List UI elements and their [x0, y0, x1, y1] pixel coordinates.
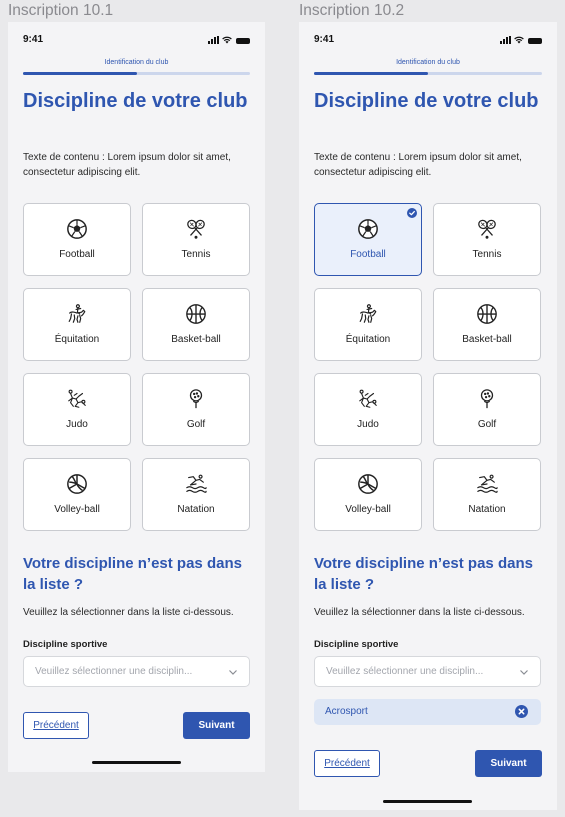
frame-title-2: Inscription 10.2: [299, 2, 405, 19]
sport-card-label: Basket-ball: [171, 334, 221, 345]
discipline-select[interactable]: Veuillez sélectionner une disciplin...: [23, 656, 250, 687]
sport-card-5[interactable]: Golf: [433, 373, 541, 446]
judo-icon: [357, 388, 379, 410]
sport-grid: Football Tennis Équitation Basket-ball Judo G…: [314, 203, 541, 532]
basketball-icon: [185, 303, 207, 325]
status-time: 9:41: [314, 34, 335, 45]
chip-label: Acrosport: [325, 706, 368, 717]
progress-fill: [314, 72, 428, 75]
tennis-icon: [476, 218, 498, 240]
page-title: Discipline de votre club: [23, 90, 248, 112]
close-icon[interactable]: [515, 705, 528, 718]
signal-icon: [208, 36, 219, 44]
volleyball-icon: [66, 473, 88, 495]
other-discipline-text: Veuillez la sélectionner dans la liste c…: [23, 607, 234, 618]
home-indicator: [383, 800, 472, 803]
sport-card-6[interactable]: Volley-ball: [23, 458, 131, 531]
football-icon: [66, 218, 88, 240]
frame-title-1: Inscription 10.1: [8, 2, 114, 19]
sport-card-2[interactable]: Équitation: [314, 288, 422, 361]
basketball-icon: [476, 303, 498, 325]
other-discipline-text: Veuillez la sélectionner dans la liste c…: [314, 607, 525, 618]
progress-fill: [23, 72, 137, 75]
equestrian-icon: [357, 303, 379, 325]
judo-icon: [66, 388, 88, 410]
sport-card-2[interactable]: Équitation: [23, 288, 131, 361]
discipline-select[interactable]: Veuillez sélectionner une disciplin...: [314, 656, 541, 687]
other-discipline-title: Votre discipline n’est pas dans la liste…: [23, 555, 242, 593]
sport-card-3[interactable]: Basket-ball: [142, 288, 250, 361]
swimming-icon: [185, 473, 207, 495]
sport-card-label: Tennis: [181, 249, 211, 260]
status-bar: 9:41: [23, 34, 250, 48]
wifi-icon: [514, 36, 524, 44]
sport-card-1[interactable]: Tennis: [433, 203, 541, 276]
battery-icon: [528, 38, 542, 44]
discipline-field-label: Discipline sportive: [23, 639, 108, 650]
sport-card-1[interactable]: Tennis: [142, 203, 250, 276]
golf-icon: [185, 388, 207, 410]
step-label: Identification du club: [396, 59, 460, 66]
sport-card-label: Golf: [477, 419, 497, 430]
select-placeholder: Veuillez sélectionner une disciplin...: [35, 666, 193, 677]
swimming-icon: [476, 473, 498, 495]
next-button[interactable]: Suivant: [183, 712, 250, 739]
phone-screen-2: 9:41 Identification du club Discipline d…: [299, 22, 557, 810]
previous-button[interactable]: Précédent: [23, 712, 89, 739]
sport-card-7[interactable]: Natation: [142, 458, 250, 531]
sport-card-6[interactable]: Volley-ball: [314, 458, 422, 531]
sport-card-7[interactable]: Natation: [433, 458, 541, 531]
sport-card-label: Natation: [468, 504, 506, 515]
intro-text: Texte de contenu : Lorem ipsum dolor sit…: [23, 152, 231, 178]
discipline-field-label: Discipline sportive: [314, 639, 399, 650]
sport-card-label: Volley-ball: [345, 504, 391, 515]
volleyball-icon: [357, 473, 379, 495]
check-icon: [407, 208, 417, 218]
sport-card-0[interactable]: Football: [314, 203, 422, 276]
equestrian-icon: [66, 303, 88, 325]
status-icons: [208, 36, 250, 44]
status-bar: 9:41: [314, 34, 542, 48]
chevron-down-icon: [229, 670, 237, 675]
sport-card-label: Basket-ball: [462, 334, 512, 345]
home-indicator: [92, 761, 181, 764]
status-time: 9:41: [23, 34, 44, 45]
sport-grid: Football Tennis Équitation Basket-ball Judo G…: [23, 203, 250, 532]
other-discipline-title: Votre discipline n’est pas dans la liste…: [314, 555, 533, 593]
sport-card-4[interactable]: Judo: [314, 373, 422, 446]
sport-card-0[interactable]: Football: [23, 203, 131, 276]
signal-icon: [500, 36, 511, 44]
wifi-icon: [222, 36, 232, 44]
tennis-icon: [185, 218, 207, 240]
sport-card-label: Natation: [177, 504, 215, 515]
football-icon: [357, 218, 379, 240]
sport-card-label: Équitation: [54, 334, 100, 345]
phone-screen-1: 9:41 Identification du club Discipline d…: [8, 22, 265, 772]
sport-card-label: Judo: [357, 419, 379, 430]
sport-card-label: Football: [59, 249, 95, 260]
battery-icon: [236, 38, 250, 44]
sport-card-label: Tennis: [472, 249, 502, 260]
intro-text: Texte de contenu : Lorem ipsum dolor sit…: [314, 152, 522, 178]
previous-button[interactable]: Précédent: [314, 750, 380, 777]
progress-bar: [314, 72, 542, 75]
sport-card-label: Volley-ball: [54, 504, 100, 515]
step-label: Identification du club: [104, 59, 169, 66]
selected-discipline-chip: Acrosport: [314, 699, 541, 725]
sport-card-label: Judo: [66, 419, 88, 430]
select-placeholder: Veuillez sélectionner une disciplin...: [326, 666, 484, 677]
next-button[interactable]: Suivant: [475, 750, 542, 777]
status-icons: [500, 36, 542, 44]
page-title: Discipline de votre club: [314, 90, 539, 112]
sport-card-5[interactable]: Golf: [142, 373, 250, 446]
sport-card-label: Équitation: [345, 334, 391, 345]
progress-bar: [23, 72, 250, 75]
sport-card-3[interactable]: Basket-ball: [433, 288, 541, 361]
sport-card-4[interactable]: Judo: [23, 373, 131, 446]
golf-icon: [476, 388, 498, 410]
sport-card-label: Golf: [186, 419, 206, 430]
sport-card-label: Football: [350, 249, 386, 260]
chevron-down-icon: [520, 670, 528, 675]
